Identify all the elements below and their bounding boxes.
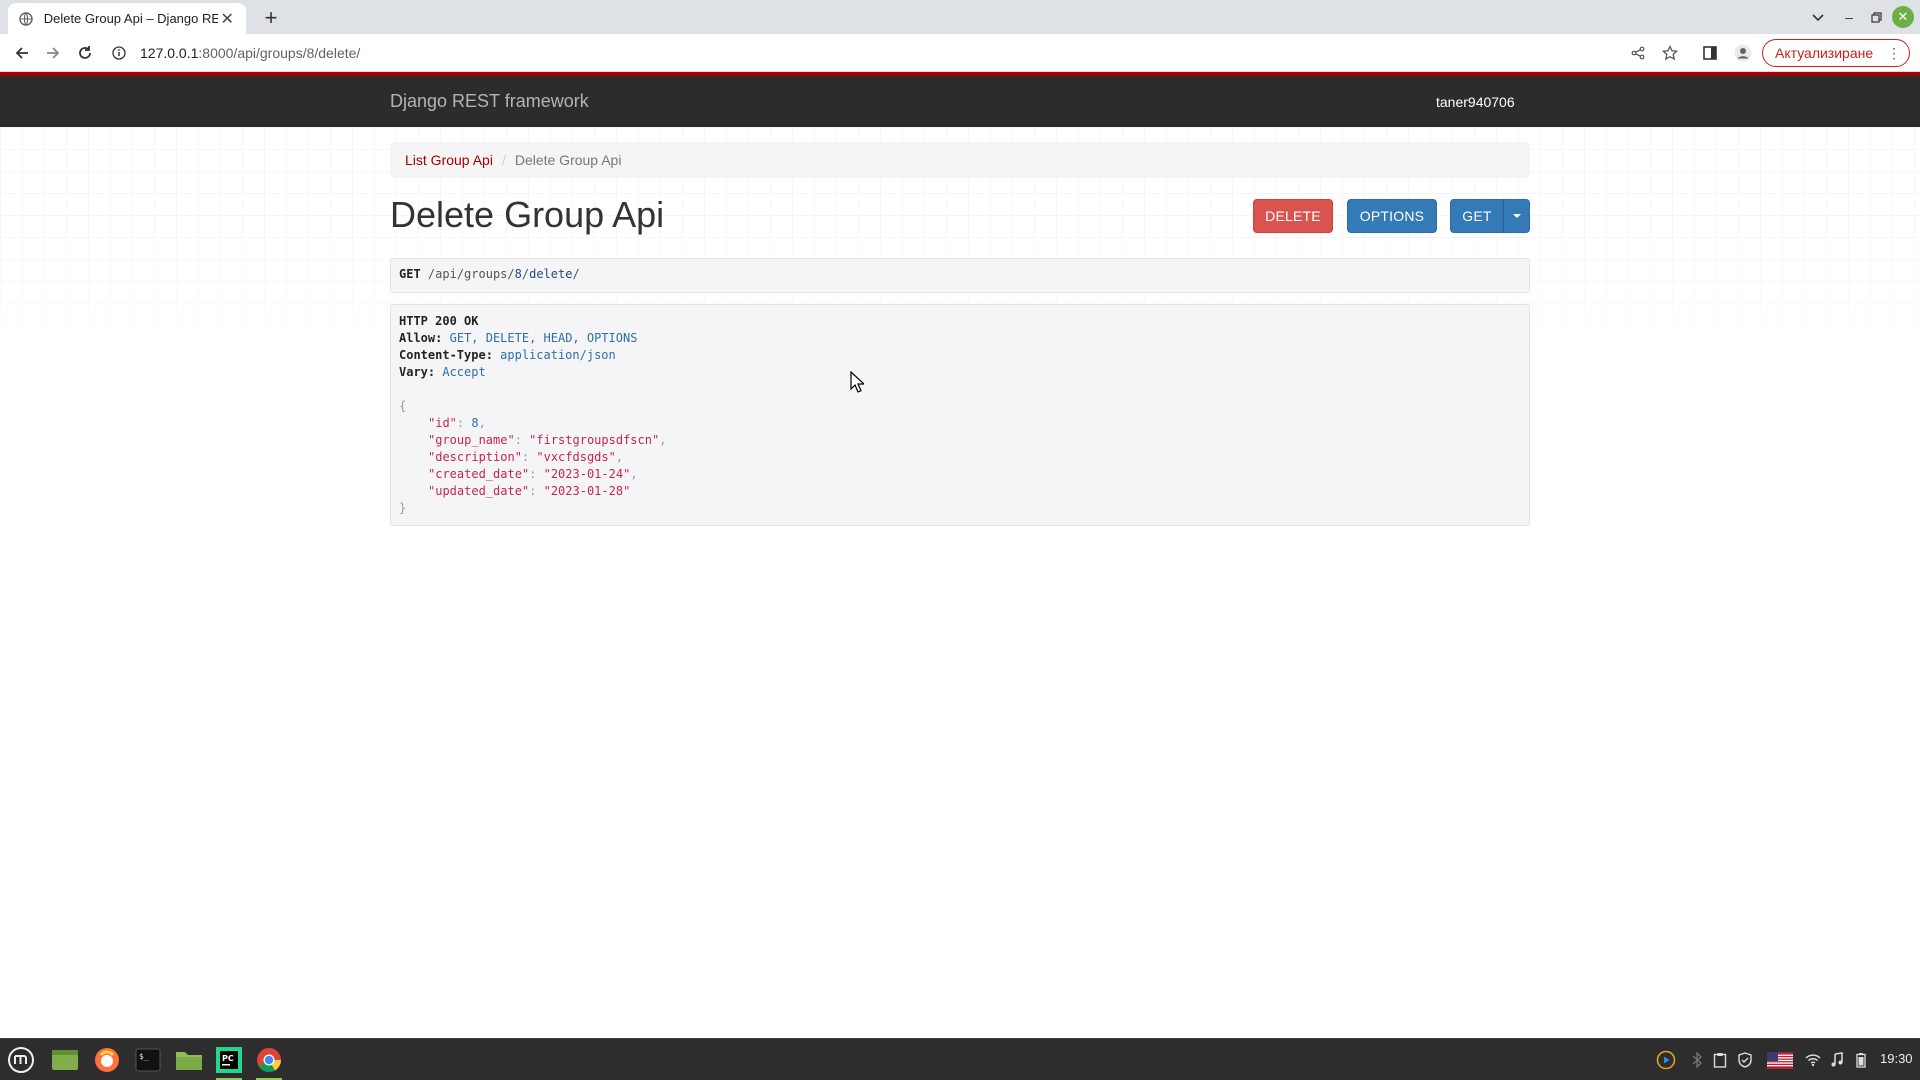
- forward-arrow-icon[interactable]: [41, 41, 65, 65]
- url-host: 127.0.0.1: [140, 45, 199, 61]
- files-folder-icon[interactable]: [172, 1043, 206, 1077]
- url-text: 127.0.0.1:8000/api/groups/8/delete/: [140, 45, 360, 61]
- header-value: application/json: [500, 348, 616, 362]
- os-taskbar: $_ PC 19:30: [0, 1038, 1920, 1080]
- media-player-icon[interactable]: [1656, 1050, 1676, 1070]
- request-path-segment: /: [572, 267, 580, 281]
- json-field-created-date: "created_date": "2023-01-24",: [428, 467, 638, 481]
- get-format-dropdown-button[interactable]: [1503, 199, 1530, 233]
- json-field-updated-date: "updated_date": "2023-01-28": [428, 484, 631, 498]
- get-button[interactable]: GET: [1450, 199, 1504, 233]
- show-desktop-icon[interactable]: [48, 1043, 82, 1077]
- request-path-id: 8: [514, 267, 522, 281]
- breadcrumb: List Group Api / Delete Group Api: [390, 142, 1530, 178]
- bluetooth-icon[interactable]: [1687, 1050, 1707, 1070]
- header-name: Vary:: [399, 365, 436, 379]
- delete-button[interactable]: DELETE: [1253, 199, 1333, 233]
- tab-title: Delete Group Api – Django RE: [43, 11, 219, 26]
- header-value: GET, DELETE, HEAD, OPTIONS: [449, 331, 638, 345]
- bookmark-star-icon[interactable]: [1660, 43, 1680, 63]
- mint-menu-icon[interactable]: [4, 1043, 38, 1077]
- response-status: HTTP 200 OK: [399, 314, 479, 328]
- breadcrumb-link-list-group[interactable]: List Group Api: [405, 152, 493, 168]
- request-method: GET: [399, 267, 421, 281]
- json-key: "id": [428, 416, 457, 430]
- breadcrumb-separator: /: [501, 152, 506, 168]
- json-key: "updated_date": [428, 484, 530, 498]
- minimize-icon[interactable]: –: [1838, 6, 1860, 28]
- json-value: "vxcfdsgds": [536, 450, 616, 464]
- firefox-icon[interactable]: [90, 1043, 124, 1077]
- browser-toolbar: 127.0.0.1:8000/api/groups/8/delete/ Акту…: [0, 34, 1920, 72]
- json-close-brace: }: [399, 501, 407, 515]
- pycharm-icon[interactable]: PC: [212, 1043, 246, 1080]
- json-open-brace: {: [399, 399, 407, 413]
- header-name: Allow:: [399, 331, 443, 345]
- response-info: HTTP 200 OK Allow: GET, DELETE, HEAD, OP…: [390, 304, 1530, 526]
- terminal-icon[interactable]: $_: [131, 1043, 165, 1077]
- navbar-username[interactable]: taner940706: [1436, 94, 1515, 110]
- request-path: /api/groups/8/delete/: [428, 267, 580, 281]
- clipboard-icon[interactable]: [1710, 1050, 1730, 1070]
- keyboard-layout-flag-icon[interactable]: [1765, 1050, 1795, 1070]
- response-header-content-type: Content-Type: application/json: [399, 347, 1521, 364]
- response-header-vary: Vary: Accept: [399, 364, 1521, 381]
- shield-update-icon[interactable]: [1735, 1050, 1755, 1070]
- taskbar-clock[interactable]: 19:30: [1880, 1051, 1913, 1066]
- json-key: "created_date": [428, 467, 530, 481]
- page-title: Delete Group Api: [390, 194, 665, 235]
- address-bar[interactable]: 127.0.0.1:8000/api/groups/8/delete/: [110, 38, 1685, 68]
- window-close-icon[interactable]: ✕: [1892, 6, 1914, 28]
- json-value: 8: [471, 416, 479, 430]
- caret-down-icon: [1512, 214, 1521, 218]
- sound-icon[interactable]: [1827, 1050, 1847, 1070]
- header-name: Content-Type:: [399, 348, 493, 362]
- browser-tabbar: Delete Group Api – Django RE ✕ + – ✕: [0, 0, 1920, 34]
- svg-text:PC: PC: [222, 1054, 234, 1063]
- json-field-id: "id": 8,: [428, 416, 486, 430]
- options-button[interactable]: OPTIONS: [1347, 199, 1437, 233]
- json-field-description: "description": "vxcfdsgds",: [428, 450, 624, 464]
- maximize-icon[interactable]: [1865, 6, 1887, 28]
- tab-search-chevron-icon[interactable]: [1808, 8, 1828, 28]
- site-info-icon[interactable]: [110, 44, 128, 62]
- svg-text:$_: $_: [139, 1052, 149, 1061]
- json-value: "firstgroupsdfscn": [529, 433, 660, 447]
- browser-tab[interactable]: Delete Group Api – Django RE ✕: [8, 3, 246, 34]
- update-button[interactable]: Актуализиране ⋮: [1762, 39, 1910, 67]
- back-arrow-icon[interactable]: [10, 41, 34, 65]
- tab-close-icon[interactable]: ✕: [218, 9, 236, 29]
- drf-navbar: Django REST framework taner940706: [0, 72, 1920, 127]
- json-value: "2023-01-28": [543, 484, 631, 498]
- request-path-segment: /api/groups/: [427, 267, 515, 281]
- reload-icon[interactable]: [73, 41, 97, 65]
- profile-avatar-icon[interactable]: [1733, 43, 1753, 63]
- mouse-cursor-icon: [850, 371, 864, 393]
- chrome-icon[interactable]: [252, 1043, 286, 1080]
- json-field-group-name: "group_name": "firstgroupsdfscn",: [428, 433, 667, 447]
- json-key: "description": [428, 450, 522, 464]
- header-value: Accept: [442, 365, 486, 379]
- breadcrumb-active: Delete Group Api: [514, 152, 622, 168]
- wifi-icon[interactable]: [1803, 1050, 1823, 1070]
- request-info: GET /api/groups/8/delete/: [390, 258, 1530, 293]
- new-tab-icon[interactable]: +: [258, 5, 284, 31]
- request-path-segment: /: [521, 267, 530, 281]
- globe-icon: [18, 11, 34, 27]
- page-viewport: Django REST framework taner940706 List G…: [0, 72, 1920, 1038]
- update-button-label: Актуализиране: [1775, 45, 1874, 61]
- battery-icon[interactable]: [1851, 1050, 1871, 1070]
- json-value: "2023-01-24": [543, 467, 631, 481]
- more-vertical-icon[interactable]: ⋮: [1887, 45, 1901, 62]
- navbar-brand[interactable]: Django REST framework: [390, 91, 589, 112]
- url-path: :8000/api/groups/8/delete/: [198, 45, 361, 61]
- json-key: "group_name": [428, 433, 515, 447]
- request-path-action: delete: [529, 267, 573, 281]
- response-header-allow: Allow: GET, DELETE, HEAD, OPTIONS: [399, 330, 1521, 347]
- side-panel-icon[interactable]: [1700, 43, 1720, 63]
- share-icon[interactable]: [1628, 43, 1648, 63]
